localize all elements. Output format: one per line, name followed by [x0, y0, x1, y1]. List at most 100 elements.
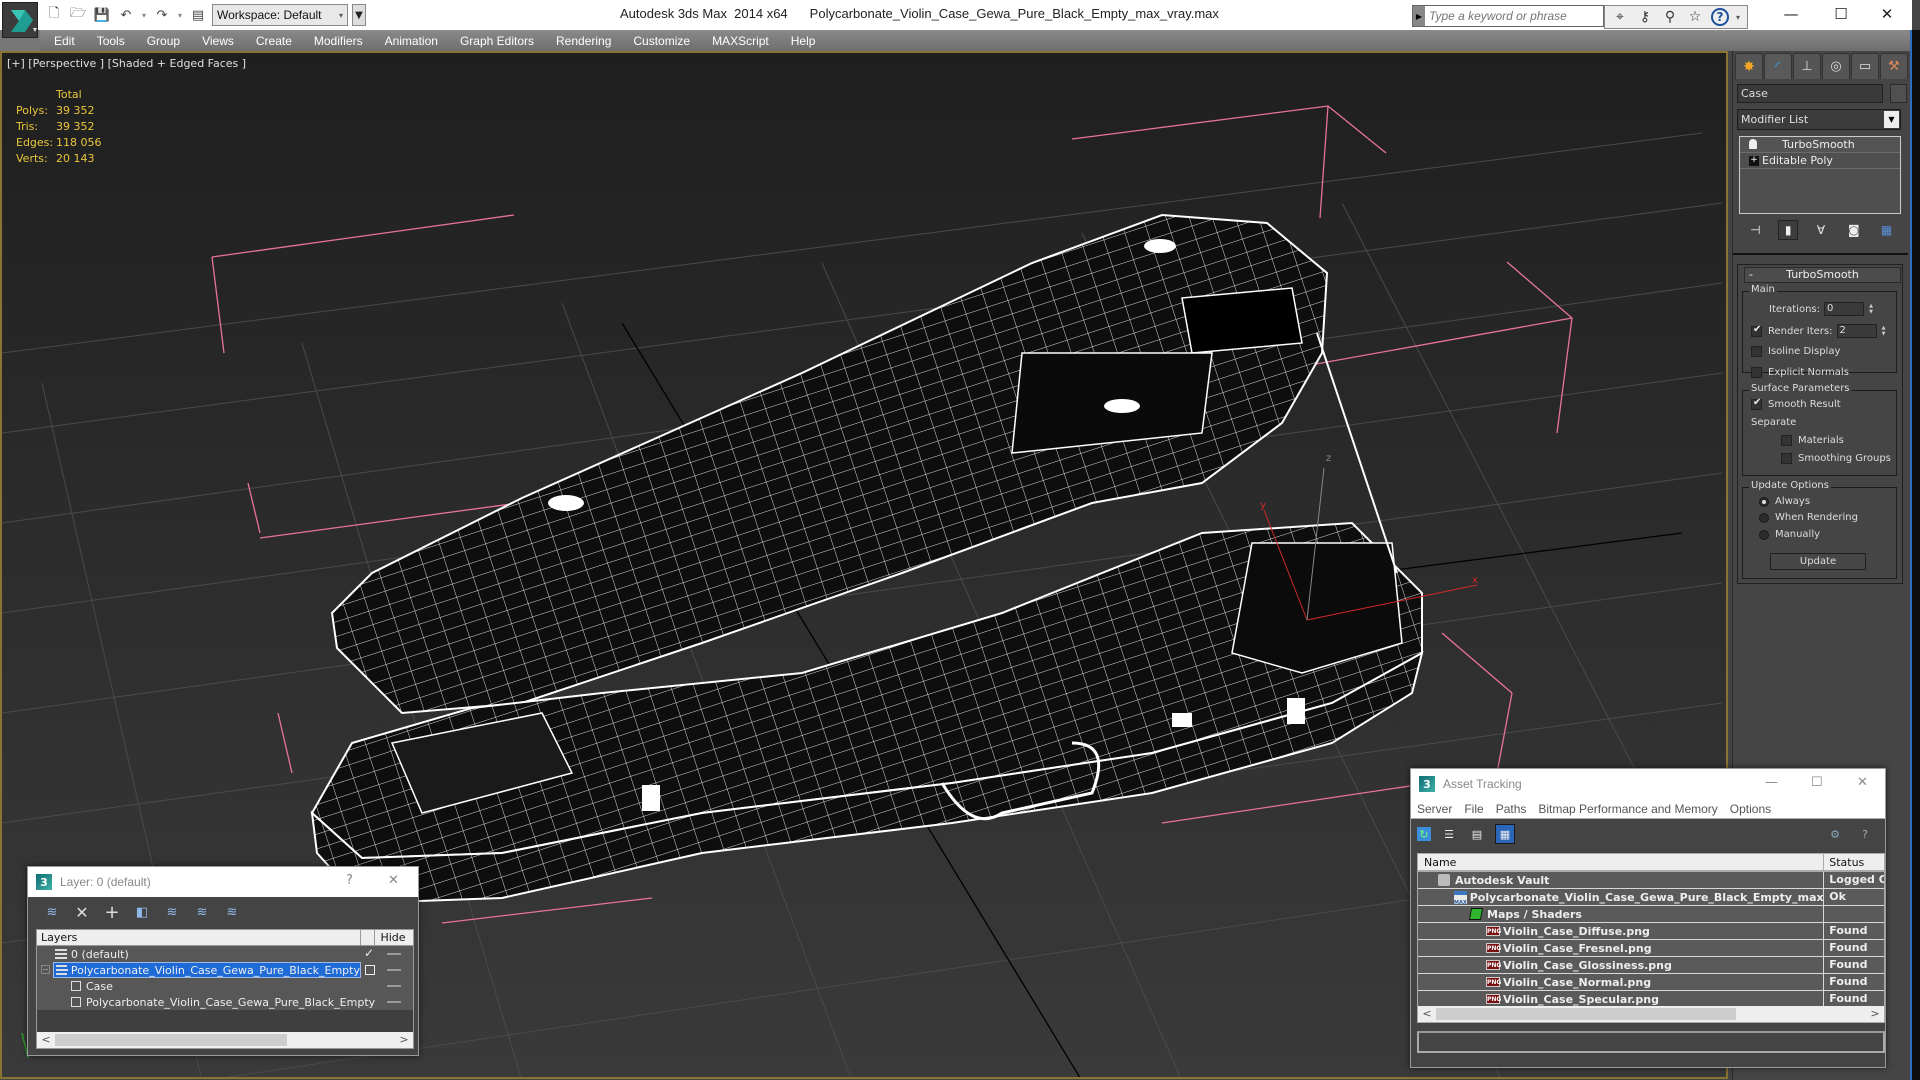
undo-icon[interactable]: ↶: [116, 5, 136, 25]
menu-rendering[interactable]: Rendering: [556, 34, 611, 48]
iterations-spinner[interactable]: 0: [1824, 302, 1864, 316]
create-tab[interactable]: ✸: [1735, 53, 1763, 79]
expand-icon[interactable]: +: [1749, 156, 1759, 166]
object-name-field[interactable]: Case: [1737, 84, 1883, 103]
menu-edit[interactable]: Edit: [54, 34, 75, 48]
stack-item-editable-poly[interactable]: + Editable Poly: [1740, 153, 1900, 169]
star-icon[interactable]: ☆: [1686, 9, 1704, 25]
menu-modifiers[interactable]: Modifiers: [314, 34, 363, 48]
scroll-left-icon[interactable]: <: [1420, 1006, 1434, 1022]
layer-row-default[interactable]: 0 (default) ✓: [37, 946, 413, 962]
menu-graph-editors[interactable]: Graph Editors: [460, 34, 534, 48]
list-view-icon[interactable]: ☰: [1439, 824, 1459, 844]
menu-views[interactable]: Views: [202, 34, 234, 48]
vault-help-icon[interactable]: ⚙: [1825, 824, 1845, 844]
layer-dialog-titlebar[interactable]: 3 Layer: 0 (default) ? ✕: [28, 867, 418, 897]
modifier-list-dropdown[interactable]: Modifier List ▼: [1737, 109, 1901, 130]
app-menu-button[interactable]: [2, 2, 38, 38]
menu-group[interactable]: Group: [147, 34, 180, 48]
viewport-label-menu[interactable]: [+] [Perspective ] [Shaded + Edged Faces…: [7, 57, 246, 70]
display-tab[interactable]: ▭: [1851, 53, 1879, 79]
asset-row-vault[interactable]: Autodesk Vault Logged O: [1418, 872, 1884, 889]
spinner-arrows-icon[interactable]: ▲ ▼: [1880, 324, 1888, 338]
table-view-icon[interactable]: ▦: [1495, 824, 1515, 844]
help-icon[interactable]: ?: [1855, 824, 1875, 844]
hierarchy-tab[interactable]: ⊥: [1793, 53, 1821, 79]
current-layer-check-icon[interactable]: ✓: [363, 947, 375, 960]
scroll-left-icon[interactable]: <: [39, 1032, 53, 1048]
hide-toggle[interactable]: [387, 953, 401, 955]
set-current-layer-icon[interactable]: ≋: [192, 902, 212, 922]
close-button[interactable]: ✕: [388, 873, 399, 888]
key-icon[interactable]: ⚷: [1636, 9, 1654, 25]
scroll-right-icon[interactable]: >: [1868, 1006, 1882, 1022]
maximize-button[interactable]: ☐: [1811, 775, 1823, 790]
menu-options[interactable]: Options: [1730, 802, 1771, 816]
workspace-select[interactable]: Workspace: Default ▾: [212, 4, 348, 26]
hide-unhide-all-icon[interactable]: ≋: [222, 902, 242, 922]
delete-layer-icon[interactable]: ✕: [72, 902, 92, 922]
asset-row-max-file[interactable]: MAX Polycarbonate_Violin_Case_Gewa_Pure_B…: [1418, 889, 1884, 906]
hide-toggle[interactable]: [387, 969, 401, 971]
smoothing-groups-checkbox[interactable]: [1781, 453, 1792, 464]
menu-file[interactable]: File: [1464, 802, 1483, 816]
help-button[interactable]: ?: [346, 873, 353, 888]
isoline-display-checkbox[interactable]: [1751, 346, 1762, 357]
help-dropdown-icon[interactable]: ▾: [1736, 13, 1740, 22]
stack-item-turbosmooth[interactable]: TurboSmooth: [1740, 137, 1900, 153]
menu-paths[interactable]: Paths: [1496, 802, 1527, 816]
menu-tools[interactable]: Tools: [97, 34, 125, 48]
satellite-icon[interactable]: ⚲: [1661, 9, 1679, 25]
asset-row-texture[interactable]: PNG Violin_Case_Diffuse.png Found: [1418, 923, 1884, 940]
materials-checkbox[interactable]: [1781, 435, 1792, 446]
redo-icon[interactable]: ↷: [152, 5, 172, 25]
close-button[interactable]: ✕: [1857, 775, 1868, 790]
search-input[interactable]: [1425, 9, 1601, 23]
select-layer-icon[interactable]: ≋: [162, 902, 182, 922]
rollout-header[interactable]: - TurboSmooth: [1744, 267, 1901, 283]
utilities-tab[interactable]: ⚒: [1880, 53, 1908, 79]
scrollbar-thumb[interactable]: [55, 1034, 287, 1046]
asset-dialog-titlebar[interactable]: 3 Asset Tracking — ☐ ✕: [1411, 769, 1885, 799]
asset-row-texture[interactable]: PNG Violin_Case_Glossiness.png Found: [1418, 957, 1884, 974]
scrollbar-thumb[interactable]: [1436, 1008, 1736, 1020]
asset-row-maps[interactable]: Maps / Shaders: [1418, 906, 1884, 923]
render-iters-checkbox[interactable]: [1751, 324, 1762, 337]
remove-modifier-icon[interactable]: ◙: [1844, 220, 1864, 240]
name-column-header[interactable]: Name: [1418, 854, 1825, 870]
horizontal-scrollbar[interactable]: < >: [37, 1032, 413, 1048]
search-expand-icon[interactable]: ▶: [1413, 6, 1425, 26]
menu-animation[interactable]: Animation: [385, 34, 438, 48]
project-folder-icon[interactable]: ▤: [188, 5, 208, 25]
current-column-header[interactable]: [361, 930, 375, 945]
always-radio[interactable]: [1759, 496, 1769, 507]
tree-view-icon[interactable]: ▤: [1467, 824, 1487, 844]
hide-column-header[interactable]: Hide: [375, 930, 411, 945]
configure-modifier-sets-icon[interactable]: ▦: [1877, 220, 1897, 240]
show-end-result-icon[interactable]: ▮: [1778, 220, 1799, 240]
status-column-header[interactable]: Status: [1824, 854, 1884, 870]
maximize-button[interactable]: ☐: [1818, 0, 1864, 28]
motion-tab[interactable]: ◎: [1822, 53, 1850, 79]
asset-row-texture[interactable]: PNG Violin_Case_Fresnel.png Found: [1418, 940, 1884, 957]
select-objects-icon[interactable]: ◧: [132, 902, 152, 922]
customize-quick-access-button[interactable]: ▼: [352, 4, 366, 26]
minimize-button[interactable]: —: [1765, 775, 1778, 790]
hide-toggle[interactable]: [387, 1001, 401, 1003]
save-file-icon[interactable]: 💾: [92, 5, 112, 25]
modify-tab[interactable]: ◜: [1764, 53, 1792, 79]
pin-stack-icon[interactable]: ⊣: [1745, 220, 1765, 240]
spinner-arrows-icon[interactable]: ▲ ▼: [1867, 302, 1875, 316]
layer-row-violin-case[interactable]: − Polycarbonate_Violin_Case_Gewa_Pure_Bl…: [37, 962, 413, 978]
asset-row-texture[interactable]: PNG Violin_Case_Normal.png Found: [1418, 974, 1884, 991]
close-button[interactable]: ✕: [1864, 0, 1910, 28]
update-button[interactable]: Update: [1770, 553, 1866, 570]
render-iters-spinner[interactable]: 2: [1836, 324, 1877, 338]
explicit-normals-checkbox[interactable]: [1751, 367, 1762, 378]
new-file-icon[interactable]: 🗋: [44, 5, 64, 25]
refresh-icon[interactable]: ↻: [1417, 827, 1431, 841]
menu-server[interactable]: Server: [1417, 802, 1452, 816]
manually-radio[interactable]: [1759, 529, 1769, 540]
menu-bitmap-performance[interactable]: Bitmap Performance and Memory: [1538, 802, 1717, 816]
add-to-layer-icon[interactable]: +: [102, 902, 122, 923]
